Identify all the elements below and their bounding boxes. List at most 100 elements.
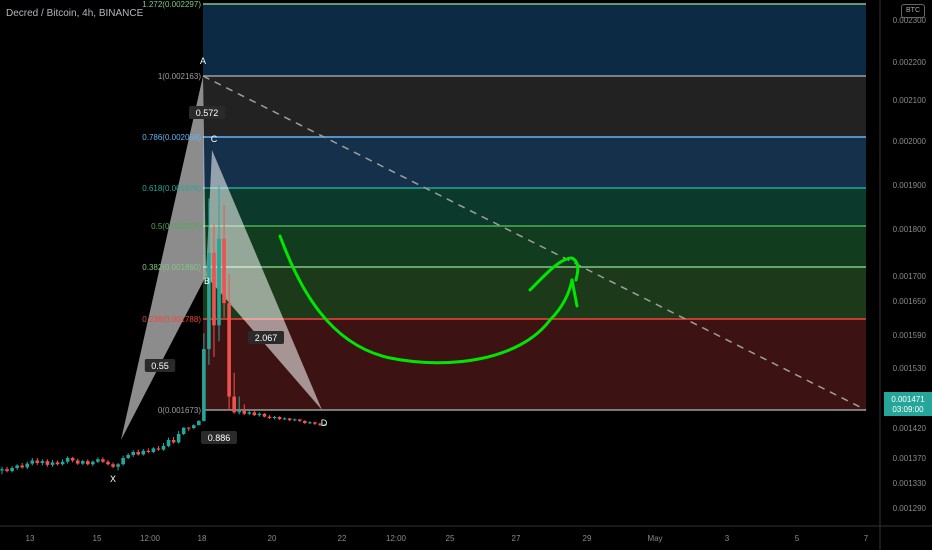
candle-body	[272, 416, 277, 419]
time-axis: 13 15 12:00 18 20 22 12:00 25 27 29 May 3 5 7	[26, 534, 869, 543]
price-tag-countdown: 03:09:00	[892, 405, 924, 414]
pattern-point-B: B	[204, 276, 210, 286]
ratio-label: 0.572	[196, 108, 219, 118]
candle-body	[55, 462, 60, 465]
candle-body	[212, 252, 216, 326]
time-tick-label: 20	[268, 534, 277, 543]
time-tick-label: 27	[512, 534, 521, 543]
candle-body	[313, 422, 317, 424]
candle-body	[20, 465, 24, 468]
time-tick-label: 22	[338, 534, 347, 543]
price-tick-label: 0.001700	[893, 272, 927, 281]
candle-body	[247, 412, 252, 414]
candle-body	[30, 460, 35, 464]
ratio-label: 2.067	[255, 333, 278, 343]
price-tag-value: 0.001471	[891, 395, 925, 404]
candle-body	[176, 434, 181, 443]
candle-body	[292, 419, 297, 421]
time-tick-label: 15	[93, 534, 102, 543]
candle-body	[80, 461, 85, 464]
fib-zone-0.5	[203, 226, 866, 267]
candle-body	[5, 469, 9, 472]
ratio-label: 0.55	[151, 361, 169, 371]
candle-body	[222, 238, 226, 304]
candle-body	[111, 464, 115, 467]
price-tick-label: 0.001370	[893, 454, 927, 463]
time-tick-label: 3	[725, 534, 730, 543]
fib-label-0.382: 0.382(0.001860)	[142, 263, 201, 272]
candle-body	[15, 465, 19, 468]
time-tick-label: 25	[446, 534, 455, 543]
candle-body	[50, 462, 55, 465]
ratio-label: 0.886	[208, 433, 231, 443]
candle-body	[151, 448, 156, 452]
candle-body	[242, 410, 247, 414]
price-tick-label: 0.001650	[893, 297, 927, 306]
pattern-point-A: A	[200, 56, 206, 66]
chart-title: Decred / Bitcoin, 4h, BINANCE	[6, 8, 144, 19]
candle-body	[227, 303, 231, 397]
price-tick-label: 0.001800	[893, 225, 927, 234]
fib-label-1.272: 1.272(0.002297)	[142, 0, 201, 9]
candle-body	[267, 416, 272, 419]
time-tick-label: 12:00	[140, 534, 161, 543]
time-tick-label: 5	[795, 534, 800, 543]
price-tick-label: 0.001290	[893, 504, 927, 513]
candle-body	[156, 448, 161, 450]
candle-body	[136, 452, 141, 455]
candle-body	[257, 413, 262, 416]
candle-body	[202, 349, 206, 421]
candle-body	[35, 460, 40, 463]
candle-body	[126, 455, 130, 458]
fib-zone-1	[203, 76, 866, 137]
candle-body	[121, 458, 125, 465]
candle-body	[277, 416, 282, 420]
candle-body	[186, 427, 191, 429]
candle-body	[131, 452, 136, 455]
candle-body	[308, 422, 312, 424]
pattern-point-X: X	[110, 474, 116, 484]
candle-body	[116, 464, 120, 467]
time-tick-label: 13	[26, 534, 35, 543]
candle-body	[207, 252, 211, 350]
fib-zones	[203, 4, 866, 410]
candle-body	[287, 418, 292, 421]
chart-svg: X A B C D 0.572 0.55 2.067 0.886 1.272(0.002297…	[0, 0, 932, 550]
candle-body	[106, 461, 110, 465]
candle-body	[96, 459, 100, 462]
candle-body	[191, 425, 196, 428]
candle-body	[60, 461, 65, 465]
candle-body	[181, 427, 186, 434]
time-tick-label: May	[647, 534, 662, 543]
candle-body	[40, 461, 45, 463]
fib-label-0.618: 0.618(0.001976)	[142, 184, 201, 193]
xab-triangle	[121, 76, 206, 440]
fib-zone-1.272	[203, 4, 866, 76]
candle-body	[45, 461, 50, 465]
candle-body	[217, 238, 221, 326]
candle-body	[65, 458, 70, 462]
currency-badge[interactable]: BTC	[901, 4, 925, 18]
candle-body	[10, 468, 14, 472]
candle-body	[146, 450, 151, 452]
time-tick-label: 18	[198, 534, 207, 543]
time-tick-label: 7	[864, 534, 869, 543]
candle-body	[166, 440, 171, 446]
candle-body	[141, 450, 146, 455]
price-tick-label: 0.001420	[893, 424, 927, 433]
candle-body	[91, 461, 95, 465]
fib-zone-0.618	[203, 188, 866, 226]
candle-body	[0, 469, 4, 471]
time-tick-label: 12:00	[386, 534, 407, 543]
candle-body	[297, 419, 302, 421]
price-tick-label: 0.002200	[893, 58, 927, 67]
candle-body	[171, 440, 176, 443]
candle-body	[161, 446, 166, 450]
fib-label-0.5: 0.5(0.001918)	[151, 222, 201, 231]
price-axis: 0.0023000.0022000.0021000.0020000.001900…	[893, 16, 927, 513]
candle-body	[25, 463, 30, 468]
price-tick-label: 0.001330	[893, 479, 927, 488]
pattern-point-D: D	[321, 418, 328, 428]
price-tick-label: 0.002000	[893, 137, 927, 146]
fib-zone-0.382	[203, 267, 866, 319]
